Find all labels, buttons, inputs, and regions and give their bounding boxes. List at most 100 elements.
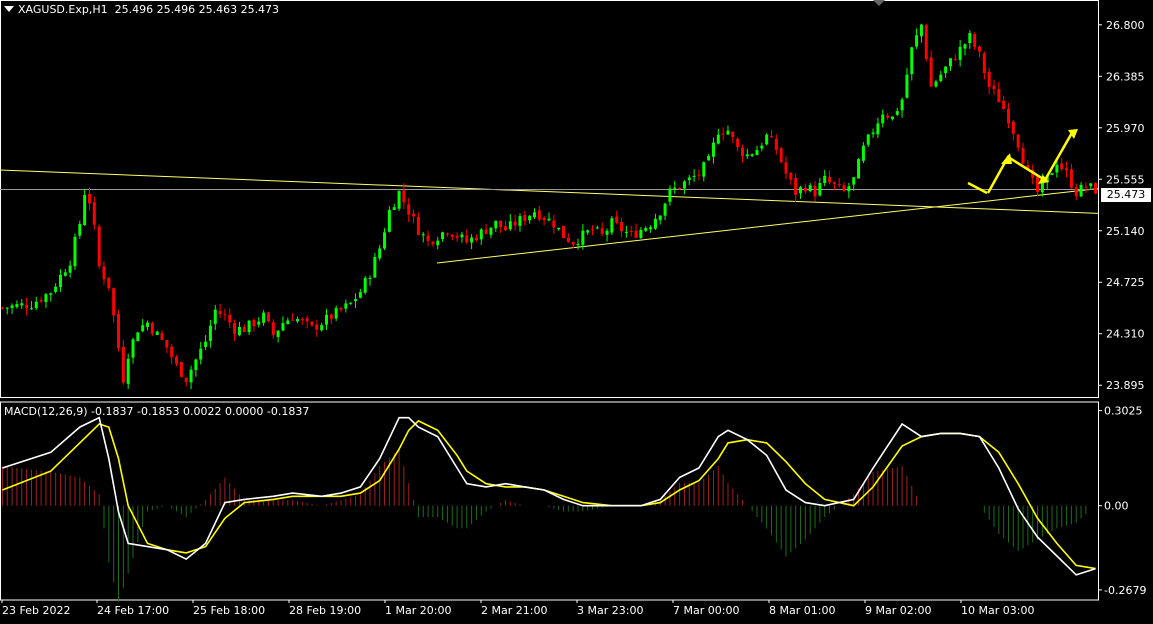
candle-body	[421, 234, 425, 236]
candle-body	[982, 53, 986, 74]
candle-body	[49, 293, 53, 295]
candle-body	[832, 182, 836, 184]
candle-body	[591, 229, 595, 231]
candle-body	[886, 115, 890, 118]
price-tick-label: 25.140	[1106, 225, 1145, 238]
macd-tick-label: 0.00	[1104, 500, 1129, 513]
candle-body	[25, 304, 29, 309]
chart-stage[interactable]: 26.800 26.385 25.970 25.555 25.140 24.725 24.3…	[0, 0, 1153, 620]
candle-body	[881, 114, 885, 124]
time-tick-label: 24 Feb 17:00	[97, 604, 169, 617]
candle-body	[499, 220, 503, 228]
lower-trendline	[436, 188, 1099, 264]
candle-body	[281, 323, 285, 331]
candle-body	[208, 325, 212, 341]
macd-values: -0.1837 -0.1853 0.0022 0.0000 -0.1837	[91, 405, 310, 418]
candle-body	[668, 188, 672, 202]
candle-body	[610, 218, 614, 233]
candle-body	[252, 319, 256, 327]
candle-body	[823, 175, 827, 184]
symbol-name: XAGUSD.Exp,H1	[18, 3, 108, 16]
candle-body	[678, 187, 682, 189]
main-pane-frame	[0, 0, 1099, 398]
candle-body	[779, 148, 783, 163]
chart-canvas[interactable]: 26.800 26.385 25.970 25.555 25.140 24.725 24.3…	[0, 0, 1153, 620]
candle-body	[740, 147, 744, 157]
candle-body	[963, 44, 967, 49]
candle-body	[692, 175, 696, 177]
candle-body	[295, 319, 299, 322]
candle-body	[334, 308, 338, 319]
candle-body	[1089, 183, 1093, 186]
dropdown-triangle-icon[interactable]	[4, 6, 14, 12]
candle-body	[1007, 108, 1011, 124]
candle-body	[199, 348, 203, 360]
time-tick-label: 8 Mar 01:00	[769, 604, 835, 617]
candle-body	[934, 81, 938, 87]
candle-body	[291, 319, 295, 321]
candle-body	[620, 221, 624, 232]
candle-body	[542, 217, 546, 221]
candle-body	[179, 362, 183, 377]
candle-body	[605, 230, 609, 235]
candle-body	[247, 320, 251, 333]
candle-body	[702, 162, 706, 177]
candle-body	[358, 292, 362, 298]
candle-body	[629, 231, 633, 233]
candle-body	[150, 323, 154, 334]
symbol-header: XAGUSD.Exp,H1 25.496 25.496 25.463 25.47…	[4, 3, 279, 16]
candle-body	[310, 321, 314, 326]
candle-body	[508, 221, 512, 230]
candle-body	[537, 210, 541, 220]
candle-body	[919, 24, 923, 37]
candle-body	[532, 212, 536, 218]
candle-body	[170, 346, 174, 358]
candle-body	[755, 150, 759, 156]
candle-body	[900, 99, 904, 111]
candle-body	[121, 346, 125, 383]
candle-body	[765, 134, 769, 145]
candle-body	[760, 145, 764, 149]
candle-body	[1011, 121, 1015, 134]
candle-body	[450, 234, 454, 237]
candle-body	[784, 162, 788, 174]
candle-body	[847, 186, 851, 192]
candle-body	[944, 66, 948, 74]
candle-body	[1050, 173, 1054, 176]
candle-body	[58, 274, 62, 288]
candle-body	[1055, 164, 1059, 173]
candle-body	[1016, 134, 1020, 148]
candle-body	[828, 177, 832, 183]
candle-body	[107, 277, 111, 288]
candle-body	[731, 131, 735, 137]
time-tick-label: 9 Mar 02:00	[865, 604, 931, 617]
candle-body	[368, 277, 372, 279]
candle-body	[513, 221, 517, 226]
candle-body	[750, 154, 754, 156]
candle-body	[649, 227, 653, 230]
time-tick-label: 2 Mar 21:00	[481, 604, 547, 617]
candle-body	[586, 230, 590, 233]
candle-body	[354, 299, 358, 302]
candle-body	[1084, 186, 1088, 188]
candle-body	[547, 218, 551, 221]
candle-body	[165, 340, 169, 348]
candle-body	[63, 272, 67, 276]
candle-body	[866, 134, 870, 145]
candle-body	[329, 314, 333, 319]
candle-body	[344, 303, 348, 309]
candle-body	[1002, 100, 1006, 110]
candle-body	[320, 325, 324, 331]
candle-body	[876, 123, 880, 135]
candle-body	[44, 294, 48, 303]
candle-body	[39, 299, 43, 302]
candle-body	[479, 229, 483, 240]
candle-body	[576, 244, 580, 246]
candle-body	[431, 241, 435, 245]
candle-body	[10, 305, 14, 309]
candle-body	[136, 332, 140, 342]
candle-body	[562, 225, 566, 239]
candle-body	[721, 133, 725, 135]
forecast-arrow-lead	[967, 181, 988, 195]
candle-body	[799, 187, 803, 194]
